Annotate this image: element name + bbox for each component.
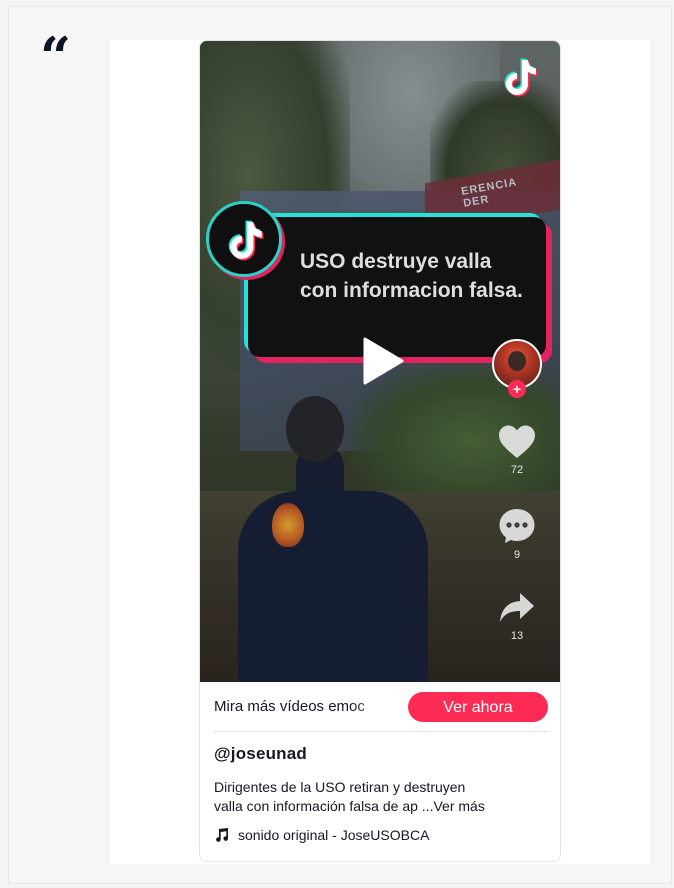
share-count: 13: [510, 630, 524, 642]
play-icon[interactable]: [361, 336, 405, 386]
share-button[interactable]: 13: [492, 590, 542, 642]
overlay-title: USO destruye valla con informacion falsa…: [300, 250, 523, 302]
video-description: Dirigentes de la USO retiran y destruyen…: [214, 778, 550, 816]
comment-icon: [499, 509, 535, 543]
comment-button[interactable]: 9: [492, 507, 542, 561]
sound-label: sonido original - JoseUSOBCA: [238, 827, 430, 843]
tiktok-badge-icon: [206, 201, 282, 277]
share-icon: [500, 593, 534, 622]
description-text: valla con información falsa de ap ...: [214, 798, 434, 814]
description-line: valla con información falsa de ap ...Ver…: [214, 797, 550, 816]
music-note-icon: [216, 828, 229, 842]
cta-bar: Mira más vídeos emoc Ver ahora: [200, 682, 560, 732]
like-button[interactable]: 72: [492, 424, 542, 476]
tiktok-logo-icon: [504, 58, 537, 97]
sound-link[interactable]: sonido original - JoseUSOBCA: [214, 827, 429, 843]
tiktok-embed-card: ERENCIA DER USO destruye valla con infor…: [199, 40, 561, 862]
video-player[interactable]: ERENCIA DER USO destruye valla con infor…: [200, 41, 560, 682]
like-count: 72: [510, 464, 524, 476]
divider: [214, 731, 548, 732]
follow-button[interactable]: +: [508, 380, 526, 398]
description-line: Dirigentes de la USO retiran y destruyen: [214, 779, 466, 795]
see-more-link[interactable]: Ver más: [433, 798, 484, 814]
quote-icon: “: [40, 25, 72, 89]
username-link[interactable]: @joseunad: [214, 744, 307, 764]
ver-ahora-button[interactable]: Ver ahora: [408, 692, 548, 722]
heart-icon: [499, 425, 535, 458]
comment-count: 9: [513, 549, 521, 561]
